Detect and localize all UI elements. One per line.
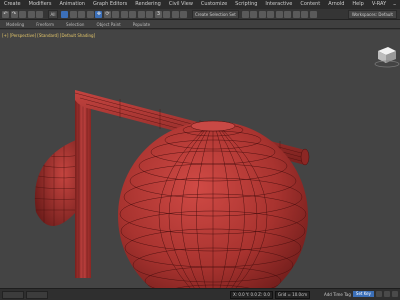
- render-production-icon[interactable]: [309, 10, 317, 18]
- pivot-center-icon[interactable]: [137, 10, 145, 18]
- half-sphere-object[interactable]: [30, 140, 80, 240]
- status-bar: X: 0.0 Y: 0.0 Z: 0.0 Grid = 10.0cm Add T…: [0, 288, 400, 300]
- select-by-name-icon[interactable]: [69, 10, 77, 18]
- set-key-button[interactable]: Set Key: [352, 291, 374, 297]
- 3ds-max-window: Create Modifiers Animation Graph Editors…: [0, 0, 400, 300]
- menu-help[interactable]: Help: [348, 0, 367, 9]
- main-toolbar: ↶ ↷ All ✥ ⟳ 3 Create Selection Set Works…: [0, 9, 400, 20]
- mirror-icon[interactable]: [241, 10, 249, 18]
- status-right: Add Time Tag Set Key: [324, 291, 398, 297]
- ribbon: Modeling Freeform Selection Object Paint…: [0, 20, 400, 29]
- schematic-view-icon[interactable]: [275, 10, 283, 18]
- spinner-snap-icon[interactable]: [180, 10, 188, 18]
- rectangle-selection-icon[interactable]: [78, 10, 86, 18]
- tab-modeling[interactable]: Modeling: [0, 22, 30, 27]
- viewcube-icon[interactable]: [374, 47, 400, 68]
- rendered-frame-window-icon[interactable]: [301, 10, 309, 18]
- window-controls: – □ ×: [390, 0, 400, 9]
- status-mid: X: 0.0 Y: 0.0 Z: 0.0 Grid = 10.0cm: [230, 291, 312, 299]
- viewport-scene: [30, 47, 400, 288]
- menu-graph-editors[interactable]: Graph Editors: [89, 0, 131, 9]
- snaps-toggle-icon[interactable]: 3: [154, 10, 162, 18]
- vertical-post-object[interactable]: [75, 94, 91, 278]
- named-selection-sets-dropdown[interactable]: Create Selection Set: [191, 9, 239, 19]
- tab-freeform[interactable]: Freeform: [30, 22, 60, 27]
- play-icon[interactable]: [384, 291, 390, 297]
- menu-vray[interactable]: V-RAY: [368, 0, 390, 9]
- select-move-icon[interactable]: ✥: [95, 10, 103, 18]
- maxscript-listener[interactable]: [2, 291, 24, 299]
- menu-create[interactable]: Create: [0, 0, 25, 9]
- selection-filter-dropdown[interactable]: All: [47, 9, 59, 19]
- prompt-line: [26, 291, 48, 299]
- unlink-icon[interactable]: [27, 10, 35, 18]
- curve-editor-icon[interactable]: [267, 10, 275, 18]
- select-rotate-icon[interactable]: ⟳: [103, 10, 111, 18]
- undo-icon[interactable]: ↶: [2, 10, 9, 18]
- go-to-start-icon[interactable]: [376, 291, 382, 297]
- reference-coord-icon[interactable]: [129, 10, 137, 18]
- keyboard-shortcut-icon[interactable]: [146, 10, 154, 18]
- minimize-icon[interactable]: –: [390, 0, 399, 9]
- go-to-end-icon[interactable]: [392, 291, 398, 297]
- menu-content[interactable]: Content: [296, 0, 324, 9]
- select-scale-icon[interactable]: [112, 10, 120, 18]
- link-icon[interactable]: [19, 10, 26, 18]
- redo-icon[interactable]: ↷: [10, 10, 18, 18]
- coordinate-display[interactable]: X: 0.0 Y: 0.0 Z: 0.0: [230, 291, 273, 299]
- menu-modifiers[interactable]: Modifiers: [25, 0, 56, 9]
- menu-rendering[interactable]: Rendering: [131, 0, 165, 9]
- layer-explorer-icon[interactable]: [258, 10, 266, 18]
- menu-customize[interactable]: Customize: [197, 0, 231, 9]
- tab-populate[interactable]: Populate: [127, 22, 156, 27]
- menu-scripting[interactable]: Scripting: [231, 0, 261, 9]
- material-editor-icon[interactable]: [284, 10, 292, 18]
- tab-selection[interactable]: Selection: [60, 22, 90, 27]
- window-crossing-icon[interactable]: [86, 10, 94, 18]
- add-time-tag[interactable]: Add Time Tag: [324, 292, 351, 297]
- workspace-selector[interactable]: Workspaces: Default: [347, 9, 397, 19]
- angle-snap-icon[interactable]: [163, 10, 171, 18]
- percent-snap-icon[interactable]: [171, 10, 179, 18]
- align-icon[interactable]: [250, 10, 258, 18]
- grid-display: Grid = 10.0cm: [274, 291, 311, 299]
- menu-animation[interactable]: Animation: [55, 0, 89, 9]
- select-object-icon[interactable]: [61, 10, 69, 18]
- placement-icon[interactable]: [120, 10, 128, 18]
- menu-arnold[interactable]: Arnold: [324, 0, 348, 9]
- bind-spacewarp-icon[interactable]: [36, 10, 43, 18]
- menu-civil-view[interactable]: Civil View: [165, 0, 197, 9]
- render-setup-icon[interactable]: [292, 10, 300, 18]
- tab-object-paint[interactable]: Object Paint: [90, 22, 126, 27]
- menu-bar: Create Modifiers Animation Graph Editors…: [0, 0, 400, 9]
- status-left: [2, 291, 50, 299]
- menu-interactive[interactable]: Interactive: [261, 0, 296, 9]
